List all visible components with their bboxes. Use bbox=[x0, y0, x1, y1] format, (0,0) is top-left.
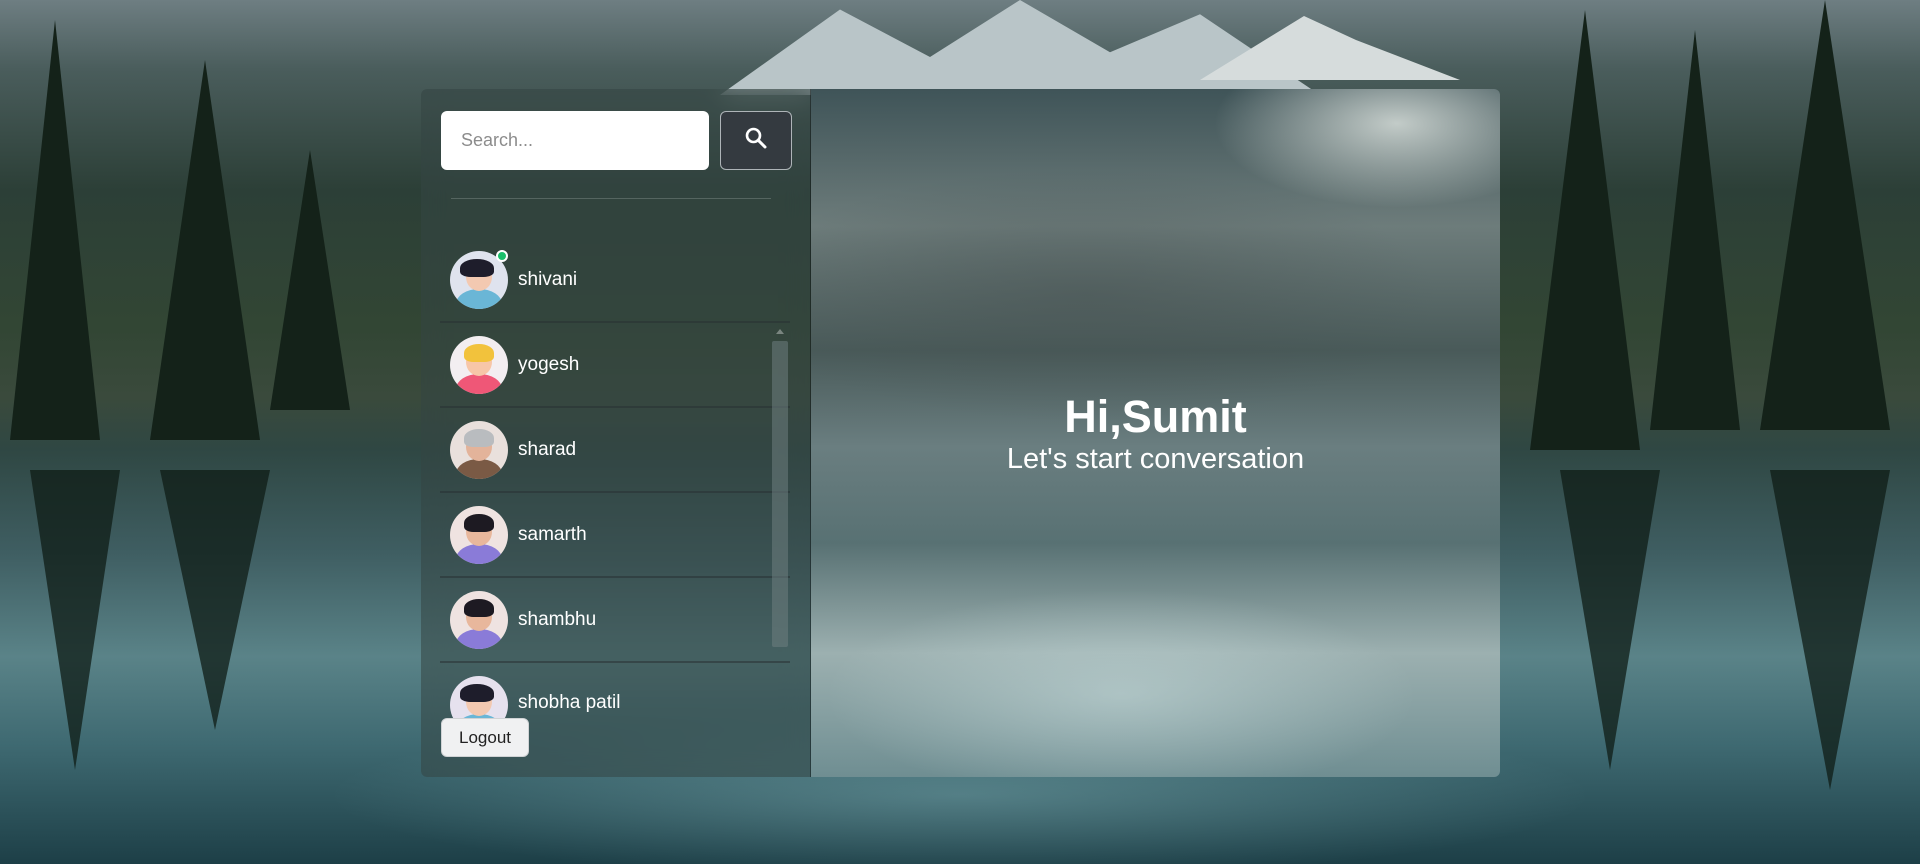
user-list-item-sharad[interactable]: sharad bbox=[440, 408, 790, 493]
sidebar: shivani yogesh sharad bbox=[421, 89, 811, 777]
search-button[interactable] bbox=[720, 111, 792, 170]
greeting-subtitle: Let's start conversation bbox=[1006, 443, 1305, 475]
greeting-title: Hi,Sumit bbox=[1064, 391, 1247, 442]
avatar bbox=[450, 420, 508, 479]
avatar bbox=[450, 590, 508, 649]
user-list-scrollbar[interactable] bbox=[772, 329, 788, 777]
logout-button[interactable]: Logout bbox=[441, 718, 529, 757]
user-list-item-yogesh[interactable]: yogesh bbox=[440, 323, 790, 408]
avatar bbox=[450, 335, 508, 394]
avatar bbox=[450, 676, 508, 723]
search-bar bbox=[441, 111, 792, 170]
user-name: samarth bbox=[518, 523, 587, 545]
search-divider bbox=[451, 198, 771, 199]
chat-welcome-panel: Hi,Sumit Let's start conversation bbox=[811, 89, 1500, 777]
welcome-message: Hi,Sumit Let's start conversation bbox=[811, 391, 1500, 477]
search-icon bbox=[744, 126, 768, 155]
scroll-up-arrow-icon[interactable] bbox=[776, 329, 784, 334]
user-list-item-shobha-patil[interactable]: shobha patil bbox=[440, 663, 790, 723]
user-list-item-shambhu[interactable]: shambhu bbox=[440, 578, 790, 663]
user-list-item-shivani[interactable]: shivani bbox=[440, 238, 790, 323]
search-input[interactable] bbox=[441, 111, 709, 170]
online-status-dot bbox=[496, 250, 508, 262]
scrollbar-thumb[interactable] bbox=[772, 341, 788, 647]
user-name: shivani bbox=[518, 268, 578, 290]
user-list-item-samarth[interactable]: samarth bbox=[440, 493, 790, 578]
user-name: sharad bbox=[518, 438, 577, 460]
user-name: shambhu bbox=[518, 608, 597, 630]
avatar bbox=[450, 505, 508, 564]
user-list: shivani yogesh sharad samarth shambhu sh… bbox=[440, 238, 790, 777]
chat-app-window: shivani yogesh sharad bbox=[421, 89, 1500, 777]
user-name: yogesh bbox=[518, 353, 580, 375]
user-name: shobha patil bbox=[518, 692, 621, 713]
